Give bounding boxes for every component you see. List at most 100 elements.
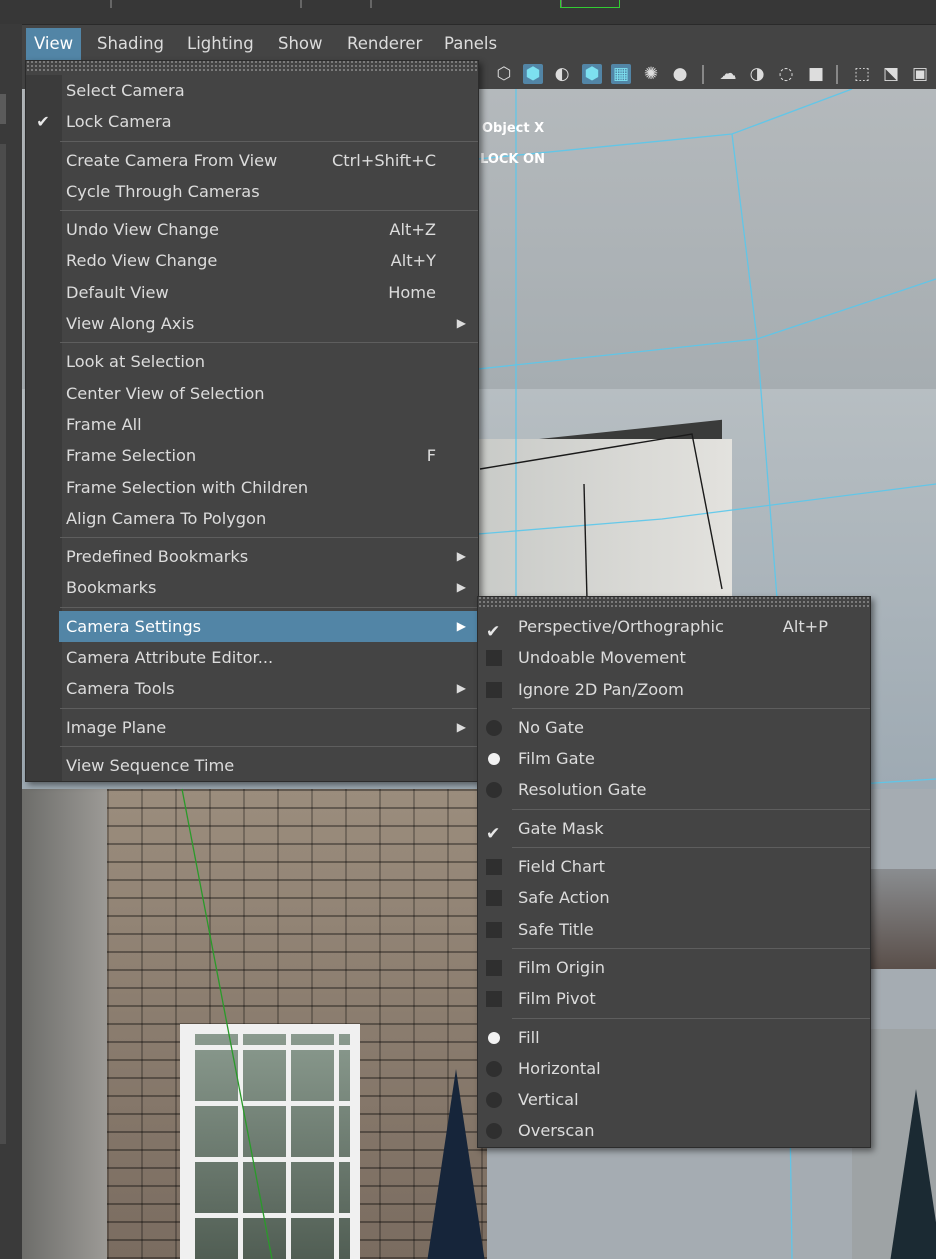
submenu-item-undoable-movement[interactable]: Undoable Movement: [478, 642, 870, 673]
menu-item-look-at-selection[interactable]: Look at Selection: [26, 346, 478, 377]
submenu-item-perspective-orthographic[interactable]: ✔ Perspective/Orthographic Alt+P: [478, 611, 870, 642]
submenu-item-field-chart[interactable]: Field Chart: [478, 851, 870, 882]
submenu-item-shortcut: Alt+P: [782, 617, 828, 636]
submenu-item-label: Overscan: [518, 1121, 595, 1141]
radio-empty-icon: [486, 1060, 502, 1077]
menu-separator: [512, 808, 870, 810]
menu-item-frame-all[interactable]: Frame All: [26, 409, 478, 440]
menu-item-label: Look at Selection: [66, 352, 206, 372]
textured-icon[interactable]: ▦: [611, 64, 631, 84]
menu-item-label: Redo View Change: [66, 251, 218, 271]
submenu-item-film-gate[interactable]: Film Gate: [478, 743, 870, 774]
panel-menubar: View Shading Lighting Show Renderer Pane…: [22, 28, 936, 60]
shadows-icon[interactable]: ●: [670, 64, 690, 84]
anti-aliasing-icon[interactable]: ◌: [776, 64, 796, 84]
viewport-toolbar: ⬡ ⬢ ◐ ⬢ ▦ ✺ ● ☁ ◑ ◌ ■ ⬚ ⬔ ▣: [478, 60, 936, 89]
menu-item-view-along-axis[interactable]: View Along Axis ▶: [26, 308, 478, 339]
menu-lighting[interactable]: Lighting: [179, 28, 262, 60]
depth-of-field-icon[interactable]: ■: [806, 64, 826, 84]
menu-item-create-camera-from-view[interactable]: Create Camera From View Ctrl+Shift+C: [26, 145, 478, 176]
menu-item-frame-selection[interactable]: Frame Selection F: [26, 440, 478, 471]
menu-separator: [60, 707, 478, 709]
menu-renderer[interactable]: Renderer: [339, 28, 430, 60]
screen-space-ao-icon[interactable]: ☁: [718, 64, 738, 84]
menu-panels[interactable]: Panels: [436, 28, 505, 60]
submenu-item-no-gate[interactable]: No Gate: [478, 712, 870, 743]
submenu-item-label: Safe Action: [518, 888, 610, 908]
submenu-item-label: Gate Mask: [518, 818, 604, 838]
menu-item-view-sequence-time[interactable]: View Sequence Time: [26, 750, 478, 781]
checkbox-empty-icon: [486, 921, 502, 938]
submenu-item-label: Vertical: [518, 1090, 579, 1110]
menu-item-label: Camera Settings: [66, 616, 202, 636]
submenu-arrow-icon: ▶: [456, 618, 466, 633]
menu-item-label: Frame All: [66, 414, 142, 434]
menu-item-undo-view-change[interactable]: Undo View Change Alt+Z: [26, 214, 478, 245]
menu-item-camera-settings[interactable]: Camera Settings ▶: [59, 610, 478, 643]
checkbox-empty-icon: [486, 650, 502, 667]
xray-joints-icon[interactable]: ▣: [910, 64, 930, 84]
smooth-shade-cube-icon[interactable]: ⬢: [523, 64, 543, 84]
checkmark-icon: ✔: [486, 823, 501, 844]
submenu-item-film-origin[interactable]: Film Origin: [478, 952, 870, 983]
submenu-item-overscan[interactable]: Overscan: [478, 1115, 870, 1146]
menu-item-align-camera-to-polygon[interactable]: Align Camera To Polygon: [26, 503, 478, 534]
default-material-icon[interactable]: ◐: [552, 64, 572, 84]
submenu-item-safe-title[interactable]: Safe Title: [478, 914, 870, 945]
menu-shading[interactable]: Shading: [89, 28, 172, 60]
motion-blur-icon[interactable]: ◑: [747, 64, 767, 84]
menu-item-center-view-of-selection[interactable]: Center View of Selection: [26, 378, 478, 409]
menu-separator: [60, 140, 478, 142]
submenu-item-label: Horizontal: [518, 1058, 601, 1078]
submenu-item-ignore-2d-pan-zoom[interactable]: Ignore 2D Pan/Zoom: [478, 674, 870, 705]
isolate-select-icon[interactable]: ⬚: [852, 64, 872, 84]
menu-item-camera-attribute-editor[interactable]: Camera Attribute Editor...: [26, 642, 478, 673]
menu-show[interactable]: Show: [270, 28, 331, 60]
menu-item-cycle-through-cameras[interactable]: Cycle Through Cameras: [26, 176, 478, 207]
panel-handle[interactable]: [0, 94, 6, 124]
checkmark-icon: ✔: [36, 112, 50, 132]
menu-separator: [512, 707, 870, 709]
menu-item-label: Center View of Selection: [66, 383, 265, 403]
menu-item-frame-selection-with-children[interactable]: Frame Selection with Children: [26, 472, 478, 503]
submenu-tearoff[interactable]: [478, 597, 870, 609]
submenu-item-gate-mask[interactable]: ✔ Gate Mask: [478, 813, 870, 844]
menu-item-select-camera[interactable]: Select Camera: [26, 75, 478, 106]
menu-item-camera-tools[interactable]: Camera Tools ▶: [26, 673, 478, 704]
menu-item-image-plane[interactable]: Image Plane ▶: [26, 712, 478, 743]
menu-separator: [512, 1017, 870, 1019]
submenu-item-label: Film Pivot: [518, 989, 596, 1009]
menu-item-bookmarks[interactable]: Bookmarks ▶: [26, 572, 478, 603]
menu-item-lock-camera[interactable]: ✔ Lock Camera: [26, 106, 478, 137]
menu-item-label: Image Plane: [66, 717, 167, 737]
submenu-item-vertical[interactable]: Vertical: [478, 1084, 870, 1115]
xray-icon[interactable]: ⬔: [881, 64, 901, 84]
submenu-item-resolution-gate[interactable]: Resolution Gate: [478, 774, 870, 805]
top-strip: [0, 0, 936, 25]
camera-settings-menu: ✔ Perspective/Orthographic Alt+P Undoable M…: [477, 596, 871, 1148]
wireframe-on-shaded-icon[interactable]: ⬢: [582, 64, 602, 84]
radio-empty-icon: [486, 782, 502, 799]
menu-item-label: Create Camera From View: [66, 150, 278, 170]
menu-view[interactable]: View: [26, 28, 82, 60]
light-bulb-icon[interactable]: ✺: [641, 64, 661, 84]
submenu-item-label: Film Gate: [518, 749, 595, 769]
menu-item-label: Lock Camera: [66, 112, 172, 132]
wireframe-cube-icon[interactable]: ⬡: [494, 64, 514, 84]
menu-separator: [60, 745, 478, 747]
submenu-item-horizontal[interactable]: Horizontal: [478, 1053, 870, 1084]
menu-item-label: Camera Attribute Editor...: [66, 648, 274, 668]
menu-item-predefined-bookmarks[interactable]: Predefined Bookmarks ▶: [26, 541, 478, 572]
submenu-item-fill[interactable]: Fill: [478, 1022, 870, 1053]
menu-separator: [512, 947, 870, 949]
menu-tearoff[interactable]: [26, 61, 478, 73]
submenu-item-film-pivot[interactable]: Film Pivot: [478, 983, 870, 1014]
menu-item-label: Default View: [66, 282, 169, 302]
hud-object-label: Object X: [482, 121, 545, 136]
menu-item-label: Undo View Change: [66, 220, 219, 240]
submenu-item-safe-action[interactable]: Safe Action: [478, 882, 870, 913]
menu-item-default-view[interactable]: Default View Home: [26, 277, 478, 308]
submenu-item-label: Undoable Movement: [518, 648, 686, 668]
menu-item-shortcut: Ctrl+Shift+C: [331, 150, 436, 170]
menu-item-redo-view-change[interactable]: Redo View Change Alt+Y: [26, 245, 478, 276]
